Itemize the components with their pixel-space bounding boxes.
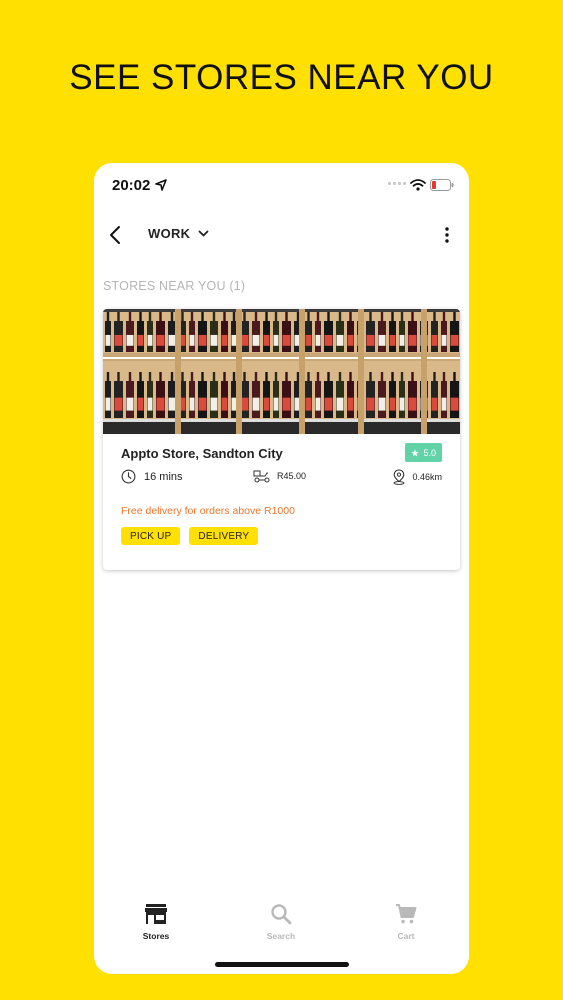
store-meta-row: 16 mins R45.00 0.46km — [121, 469, 442, 487]
phone-screen: 20:02 WORK STORES NEAR YOU (1) Appto Sto… — [94, 163, 469, 974]
rating-badge: 5.0 — [405, 443, 442, 462]
tab-search[interactable]: Search — [241, 903, 321, 941]
store-name: Appto Store, Sandton City — [121, 446, 283, 461]
store-card[interactable]: Appto Store, Sandton City 5.0 16 mins R4… — [103, 309, 460, 570]
tab-cart[interactable]: Cart — [366, 903, 446, 941]
distance-info: 0.46km — [392, 469, 442, 485]
eta-text: 16 mins — [144, 470, 183, 483]
cart-icon — [396, 904, 417, 924]
page-headline: SEE STORES NEAR YOU — [69, 58, 494, 97]
tab-stores-label: Stores — [142, 931, 170, 941]
status-time: 20:02 — [112, 177, 151, 194]
delivery-scooter-icon — [253, 470, 270, 483]
bottom-tab-bar: Stores Search Cart — [94, 903, 469, 943]
tab-cart-label: Cart — [397, 931, 415, 941]
location-arrow-icon — [155, 179, 167, 191]
location-label: WORK — [148, 226, 191, 241]
storefront-icon — [145, 904, 167, 924]
store-photo — [103, 309, 460, 434]
status-bar: 20:02 — [94, 163, 469, 207]
search-icon — [271, 904, 292, 925]
star-icon — [411, 448, 420, 457]
fulfilment-tags: PICK UP DELIVERY — [121, 527, 259, 545]
tab-search-label: Search — [266, 931, 296, 941]
back-arrow-icon[interactable] — [104, 223, 128, 247]
chevron-down-icon — [198, 230, 209, 236]
eta-info: 16 mins — [121, 469, 183, 484]
tag-pick-up: PICK UP — [121, 527, 181, 545]
location-selector[interactable]: WORK — [148, 226, 209, 241]
delivery-fee-text: R45.00 — [277, 471, 307, 481]
cellular-signal-icon — [388, 182, 406, 185]
tab-stores[interactable]: Stores — [116, 903, 196, 941]
battery-icon — [430, 179, 454, 191]
map-pin-icon — [394, 469, 405, 485]
rating-value: 5.0 — [423, 447, 436, 458]
distance-text: 0.46km — [412, 472, 442, 482]
nav-bar: WORK — [94, 223, 469, 247]
delivery-fee-info: R45.00 — [253, 469, 306, 483]
free-delivery-note: Free delivery for orders above R1000 — [121, 505, 295, 517]
clock-icon — [121, 469, 136, 484]
section-title: STORES NEAR YOU (1) — [103, 279, 246, 293]
more-options-icon[interactable] — [437, 225, 457, 245]
wifi-icon — [410, 179, 426, 191]
home-indicator — [215, 962, 349, 967]
tag-delivery: DELIVERY — [189, 527, 259, 545]
